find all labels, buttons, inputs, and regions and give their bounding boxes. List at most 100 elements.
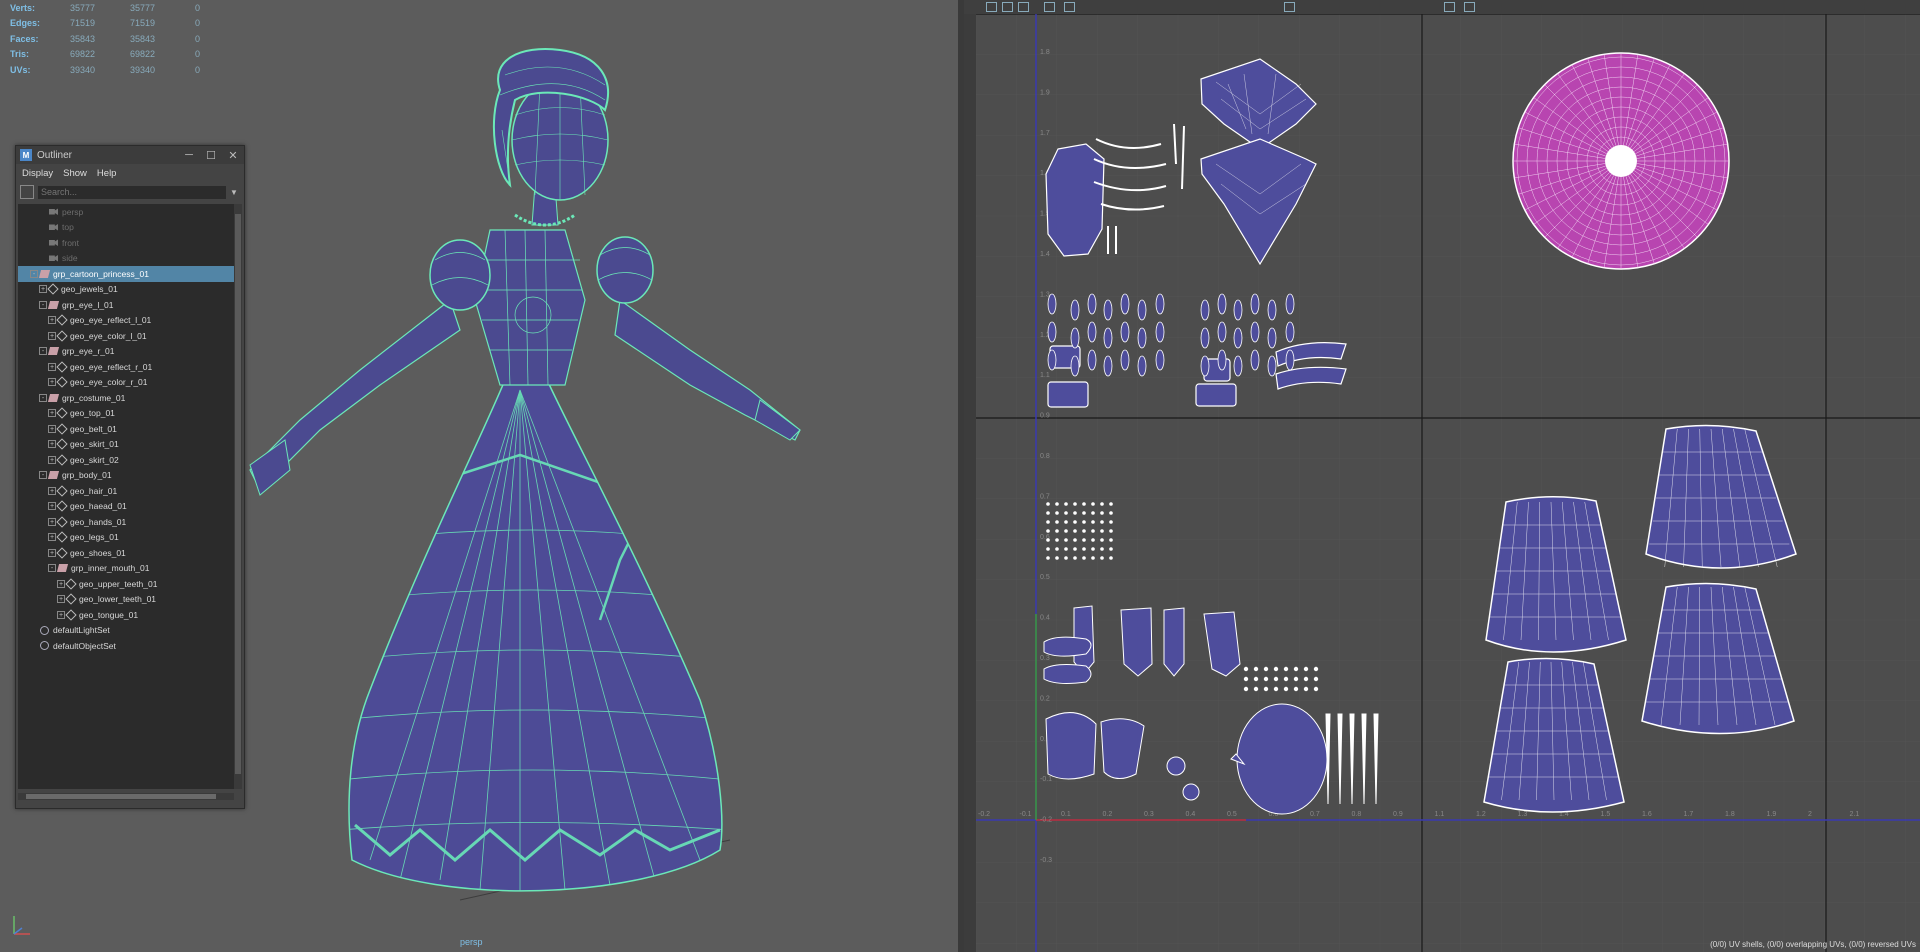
expand-icon[interactable]: + [48,409,56,418]
outliner-item[interactable]: + geo_shoes_01 [18,545,234,561]
tick-label-u: 1.3 [1518,811,1528,818]
close-button[interactable]: ✕ [222,149,244,162]
outliner-item[interactable]: side [18,251,234,267]
uv-side-toolbar: UV [964,0,976,952]
expand-icon[interactable]: + [48,548,56,557]
group-icon [47,471,60,480]
outliner-item-label: geo_belt_01 [70,423,117,434]
outliner-item[interactable]: + geo_jewels_01 [18,282,234,298]
outliner-item[interactable]: + geo_skirt_01 [18,437,234,453]
uv-toolbar [964,0,1920,14]
collapse-icon[interactable]: - [30,269,38,278]
outliner-item[interactable]: + geo_hair_01 [18,483,234,499]
outliner-tree[interactable]: persp top front side - grp_cartoon_princess_0… [18,204,234,789]
menu-show[interactable]: Show [63,168,87,179]
outliner-item[interactable]: + geo_top_01 [18,406,234,422]
expand-icon[interactable]: + [48,331,56,340]
tick-label-u: 0.5 [1227,811,1237,818]
collapse-icon[interactable]: - [39,393,47,402]
expand-icon[interactable]: + [48,440,56,449]
outliner-item[interactable]: - grp_body_01 [18,468,234,484]
outliner-item[interactable]: defaultLightSet [18,623,234,639]
expand-icon[interactable]: + [48,502,56,511]
outliner-item[interactable]: + geo_upper_teeth_01 [18,576,234,592]
expand-icon[interactable]: + [39,285,47,294]
minimize-button[interactable]: ─ [178,149,200,161]
menu-display[interactable]: Display [22,168,53,179]
expand-icon[interactable]: + [57,610,65,619]
outliner-item-label: geo_hair_01 [70,485,118,496]
outliner-item[interactable]: + geo_hands_01 [18,514,234,530]
toolbar-icon[interactable] [1044,2,1055,12]
tick-label-u: -0.2 [978,811,990,818]
outliner-item[interactable]: - grp_inner_mouth_01 [18,561,234,577]
expand-icon[interactable]: + [48,455,56,464]
outliner-item[interactable]: - grp_eye_r_01 [18,344,234,360]
outliner-item[interactable]: persp [18,204,234,220]
collapse-icon[interactable]: - [39,300,47,309]
outliner-item[interactable]: front [18,235,234,251]
uv-editor-panel[interactable]: UV 1.8 1.9 1.7 1.6 1.5 1.4 1.3 1.2 1.1 0.9 0.8 0.7 0… [964,0,1920,952]
mesh-icon [56,314,68,326]
group-icon [38,269,51,278]
outliner-item[interactable]: + geo_haead_01 [18,499,234,515]
uv-shell-circle[interactable] [1512,52,1730,270]
outliner-item-label: grp_costume_01 [62,392,126,403]
expand-icon[interactable]: + [48,517,56,526]
tick-label-v: 0.8 [1040,453,1050,460]
outliner-item[interactable]: defaultObjectSet [18,638,234,654]
menu-help[interactable]: Help [97,168,117,179]
outliner-item[interactable]: + geo_legs_01 [18,530,234,546]
outliner-window[interactable]: M Outliner ─ ☐ ✕ Display Show Help ▼ per… [15,145,245,809]
outliner-item[interactable]: + geo_eye_reflect_l_01 [18,313,234,329]
tick-label-u: 0.4 [1186,811,1196,818]
expand-icon[interactable]: + [48,362,56,371]
outliner-titlebar[interactable]: M Outliner ─ ☐ ✕ [16,146,244,164]
toolbar-icon[interactable] [1284,2,1295,12]
collapse-icon[interactable]: - [39,347,47,356]
outliner-item[interactable]: + geo_tongue_01 [18,607,234,623]
toolbar-icon[interactable] [1064,2,1075,12]
expand-icon[interactable]: + [48,486,56,495]
tick-label-v: 1.9 [1040,89,1050,96]
frame-selection-icon[interactable] [20,185,34,199]
vertical-scrollbar[interactable] [234,204,242,789]
outliner-item[interactable]: - grp_cartoon_princess_01 [18,266,234,282]
toolbar-icon[interactable] [986,2,997,12]
outliner-item[interactable]: - grp_eye_l_01 [18,297,234,313]
expand-icon[interactable]: + [57,579,65,588]
toolbar-icon[interactable] [1018,2,1029,12]
horizontal-scrollbar[interactable] [18,793,234,800]
uv-shells-lower[interactable] [1043,605,1328,815]
outliner-item[interactable]: + geo_belt_01 [18,421,234,437]
chevron-down-icon[interactable]: ▼ [230,188,240,197]
outliner-item[interactable]: + geo_lower_teeth_01 [18,592,234,608]
collapse-icon[interactable]: - [39,471,47,480]
mesh-icon [56,454,68,466]
expand-icon[interactable]: + [48,533,56,542]
toolbar-icon[interactable] [1002,2,1013,12]
outliner-item-label: geo_skirt_02 [70,454,119,465]
camera-icon [49,208,58,215]
outliner-item[interactable]: + geo_eye_color_r_01 [18,375,234,391]
search-input[interactable] [38,185,226,199]
outliner-item[interactable]: + geo_skirt_02 [18,452,234,468]
set-icon [40,641,49,651]
outliner-item[interactable]: + geo_eye_color_l_01 [18,328,234,344]
expand-icon[interactable]: + [48,424,56,433]
outliner-item[interactable]: top [18,220,234,236]
collapse-icon[interactable]: - [48,564,56,573]
outliner-item[interactable]: - grp_costume_01 [18,390,234,406]
mesh-icon [56,500,68,512]
expand-icon[interactable]: + [57,595,65,604]
uv-canvas[interactable]: 1.81.91.71.61.51.41.31.21.10.90.80.70.60… [976,14,1920,952]
outliner-item-label: geo_haead_01 [70,501,127,512]
expand-icon[interactable]: + [48,378,56,387]
toolbar-icon[interactable] [1444,2,1455,12]
outliner-item[interactable]: + geo_eye_reflect_r_01 [18,359,234,375]
maximize-button[interactable]: ☐ [200,149,222,162]
toolbar-icon[interactable] [1464,2,1475,12]
tick-label-v: 1.3 [1040,291,1050,298]
expand-icon[interactable]: + [48,316,56,325]
outliner-item-label: side [62,253,78,264]
